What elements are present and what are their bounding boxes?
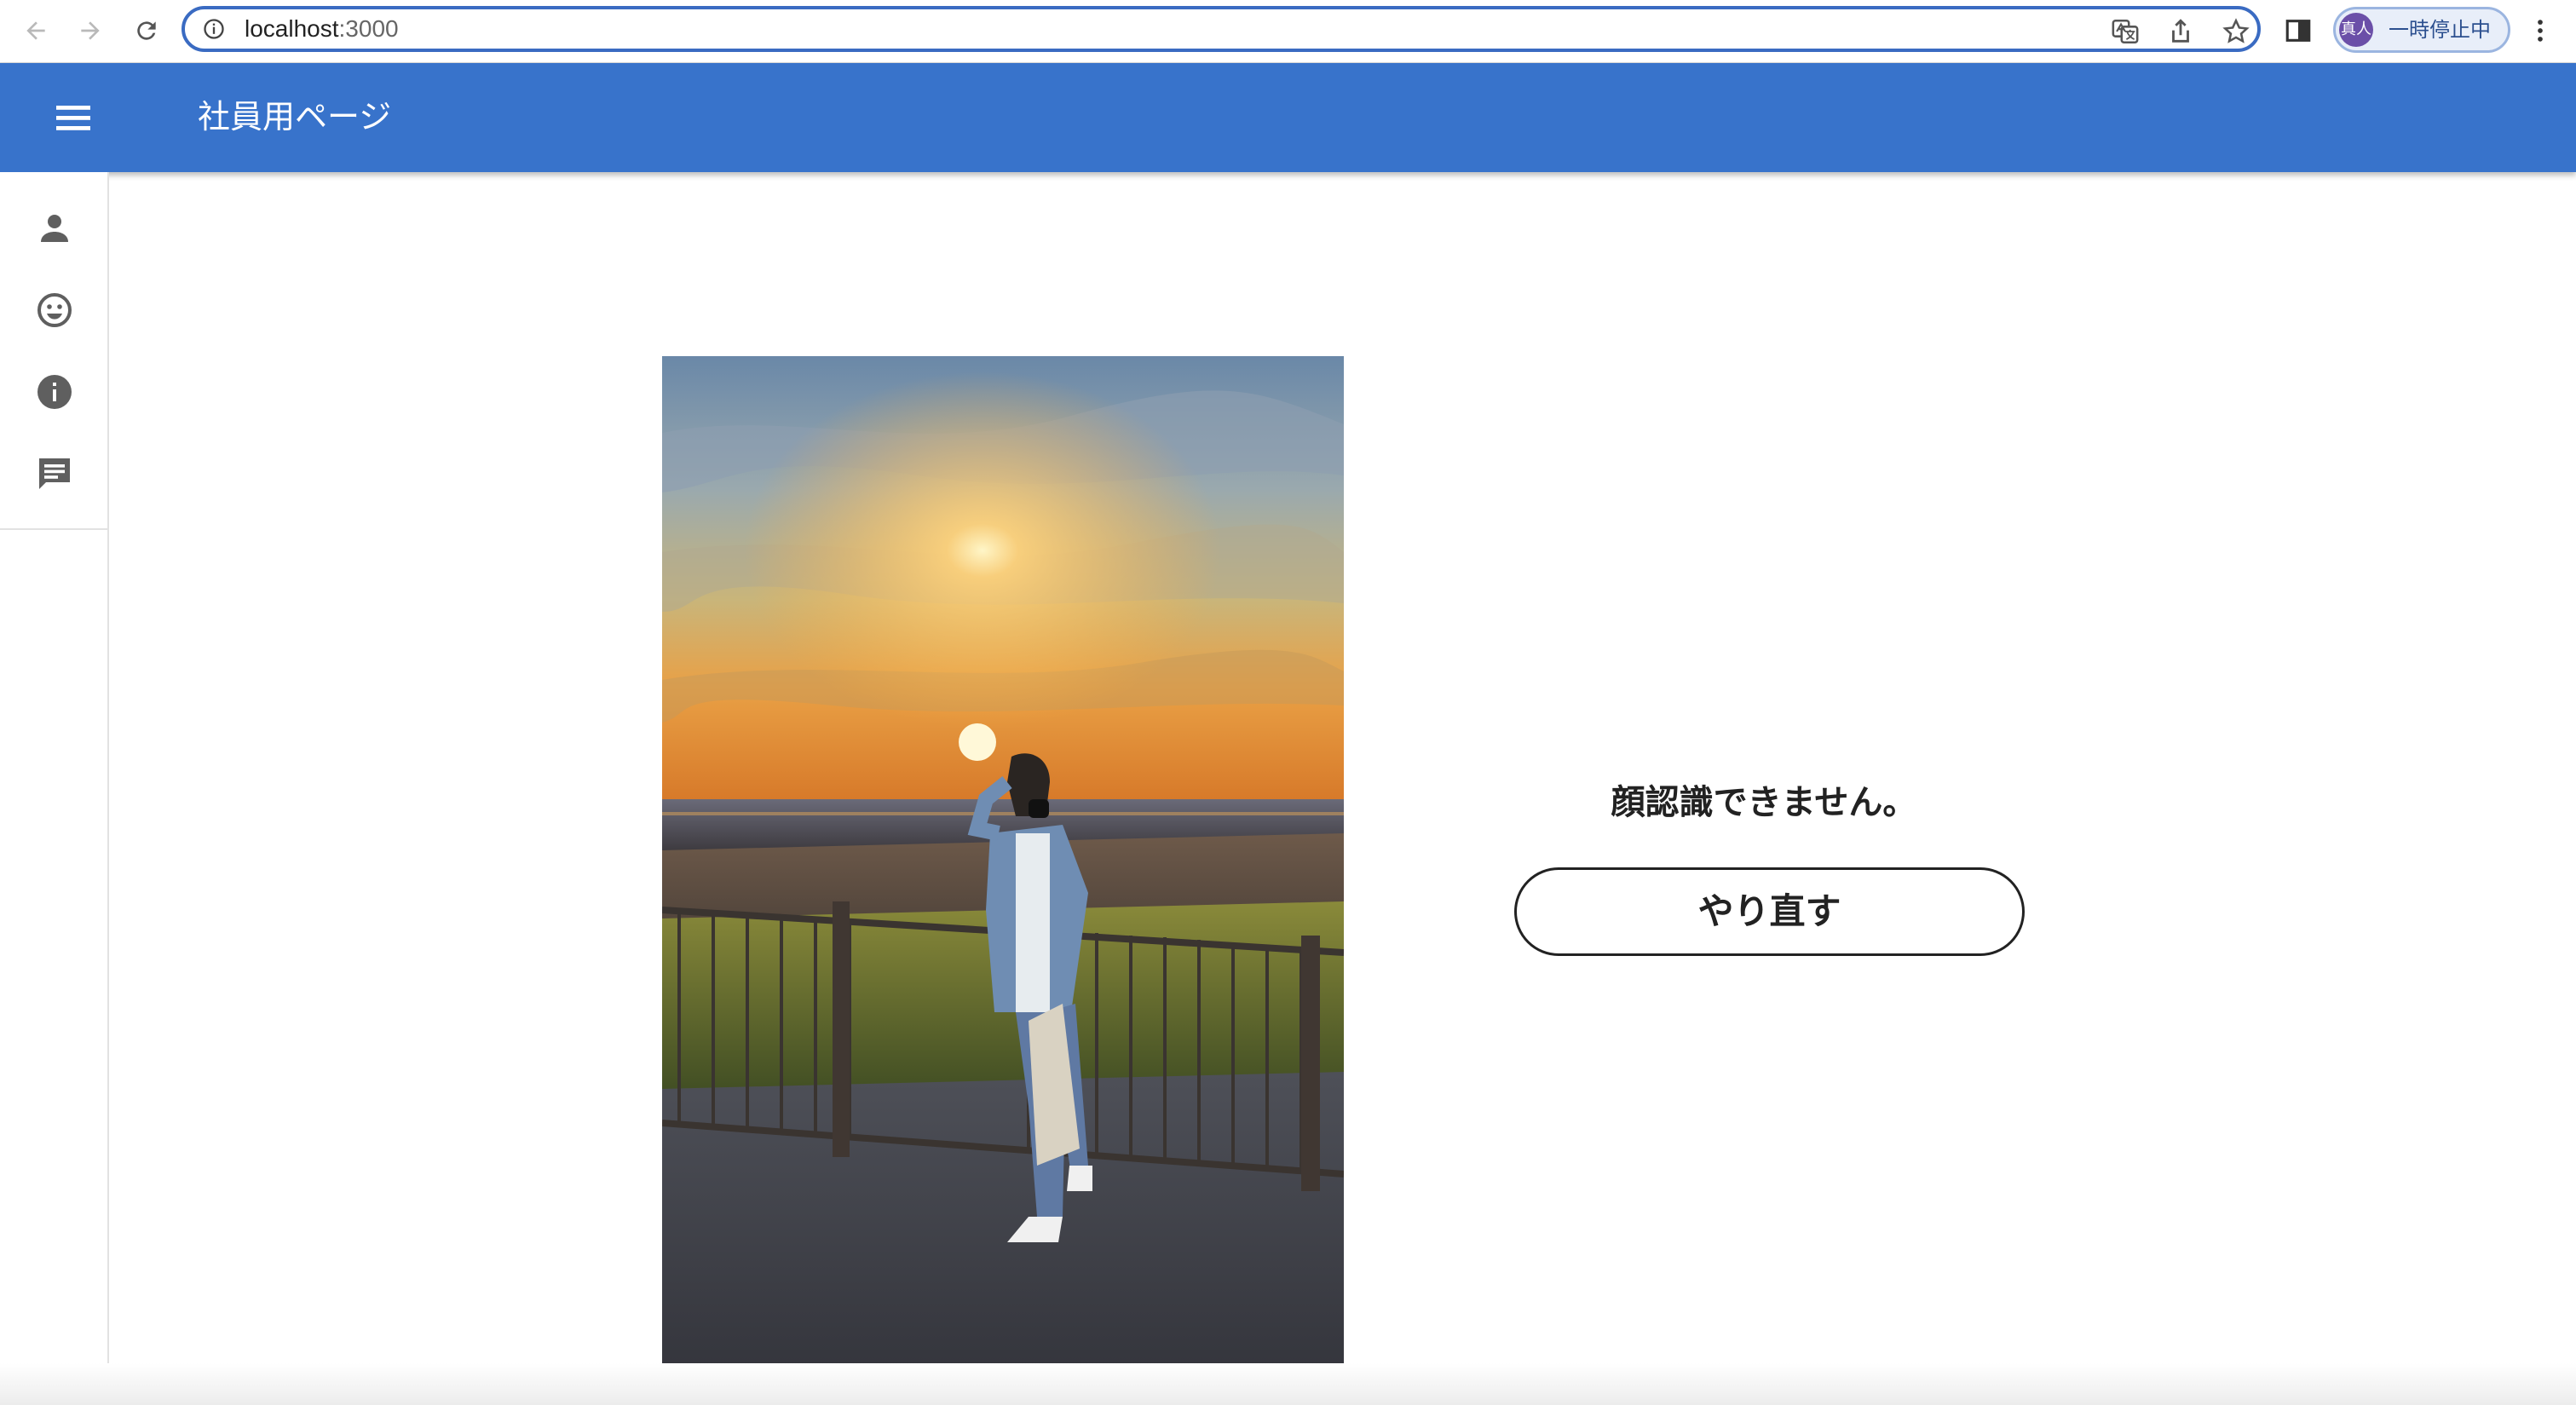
more-vert-icon[interactable] — [2526, 16, 2555, 45]
translate-icon[interactable] — [2111, 17, 2140, 46]
rail-divider — [0, 528, 109, 530]
app-header: 社員用ページ — [0, 63, 2576, 172]
share-icon[interactable] — [2166, 17, 2195, 46]
nav-item-chat[interactable] — [31, 450, 78, 498]
profile-status-label: 一時停止中 — [2389, 18, 2491, 42]
menu-icon[interactable] — [53, 101, 94, 135]
back-arrow-icon[interactable] — [17, 12, 55, 49]
person-icon — [41, 215, 68, 242]
url-host: localhost — [245, 15, 339, 42]
nav-item-profile[interactable] — [31, 204, 78, 252]
nav-item-face[interactable] — [31, 286, 78, 334]
face-recognition-status: 顔認識できません。 — [1611, 783, 1917, 822]
forward-arrow-icon[interactable] — [72, 12, 109, 49]
chat-icon — [39, 458, 70, 489]
profile-button[interactable]: 真人 一時停止中 — [2333, 7, 2510, 53]
side-panel-icon[interactable] — [2284, 16, 2313, 45]
url-port: :3000 — [338, 15, 399, 42]
url-text: localhost:3000 — [245, 15, 399, 43]
avatar: 真人 — [2339, 13, 2373, 47]
retry-button[interactable]: やり直す — [1514, 867, 2025, 956]
face-icon — [37, 293, 72, 327]
bookmark-star-icon[interactable] — [2222, 17, 2250, 46]
window-bottom-edge — [0, 1363, 2576, 1405]
person-at-seaside-sunset-photo — [662, 356, 1344, 1377]
page-title: 社員用ページ — [198, 98, 392, 135]
side-navigation — [0, 172, 109, 1405]
site-info-icon[interactable] — [202, 17, 226, 41]
nav-item-info[interactable] — [31, 368, 78, 416]
info-icon — [37, 375, 72, 409]
reload-icon[interactable] — [128, 12, 165, 49]
address-bar[interactable]: localhost:3000 — [182, 6, 2261, 52]
browser-toolbar: localhost:3000 真人 一時停止中 — [0, 0, 2576, 63]
captured-photo — [662, 356, 1344, 1377]
